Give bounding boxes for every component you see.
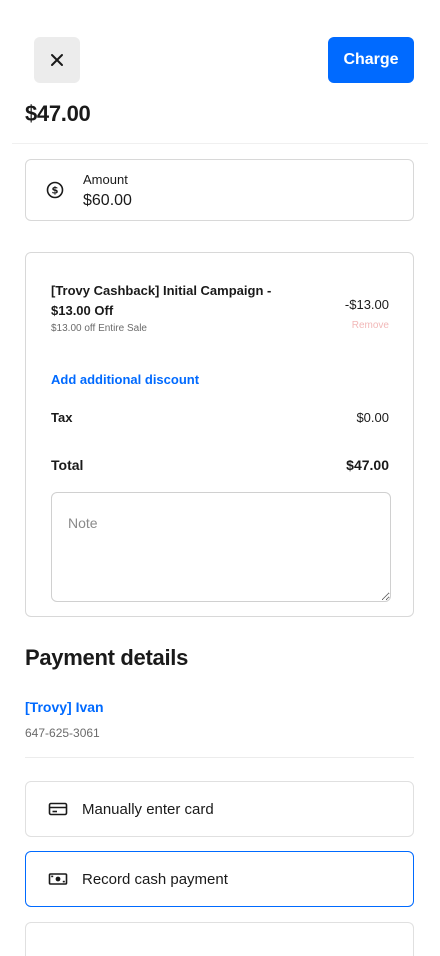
remove-discount-link[interactable]: Remove <box>352 320 389 331</box>
credit-card-icon <box>48 801 68 817</box>
cash-icon <box>48 871 68 887</box>
note-input[interactable] <box>51 492 391 602</box>
payment-details-heading: Payment details <box>25 645 189 670</box>
close-button[interactable] <box>34 37 80 83</box>
sale-total-heading: $47.00 <box>25 101 91 126</box>
payment-divider <box>25 757 414 758</box>
close-icon <box>51 54 63 66</box>
total-label: Total <box>51 457 84 473</box>
header-divider <box>12 143 428 144</box>
amount-value: $60.00 <box>83 192 132 209</box>
discount-subtitle: $13.00 off Entire Sale <box>51 323 147 334</box>
cash-payment-label: Record cash payment <box>82 870 228 888</box>
svg-text:$: $ <box>52 186 59 197</box>
dollar-circle-icon: $ <box>46 181 64 199</box>
tax-label: Tax <box>51 410 73 425</box>
order-summary-card: [Trovy Cashback] Initial Campaign - $13.… <box>25 252 414 617</box>
total-value: $47.00 <box>346 457 389 473</box>
payment-option-partial[interactable] <box>25 922 414 956</box>
tax-value: $0.00 <box>356 410 389 425</box>
customer-phone: 647-625-3061 <box>25 726 100 740</box>
charge-button[interactable]: Charge <box>328 37 414 83</box>
amount-card[interactable]: $ Amount $60.00 <box>25 159 414 221</box>
add-discount-link[interactable]: Add additional discount <box>51 372 199 387</box>
manual-card-option[interactable]: Manually enter card <box>25 781 414 837</box>
discount-title: [Trovy Cashback] Initial Campaign - $13.… <box>51 283 272 318</box>
customer-name-link[interactable]: [Trovy] Ivan <box>25 699 104 715</box>
amount-label: Amount <box>83 172 128 187</box>
discount-amount: -$13.00 <box>344 297 389 312</box>
cash-payment-option[interactable]: Record cash payment <box>25 851 414 907</box>
manual-card-label: Manually enter card <box>82 800 214 818</box>
